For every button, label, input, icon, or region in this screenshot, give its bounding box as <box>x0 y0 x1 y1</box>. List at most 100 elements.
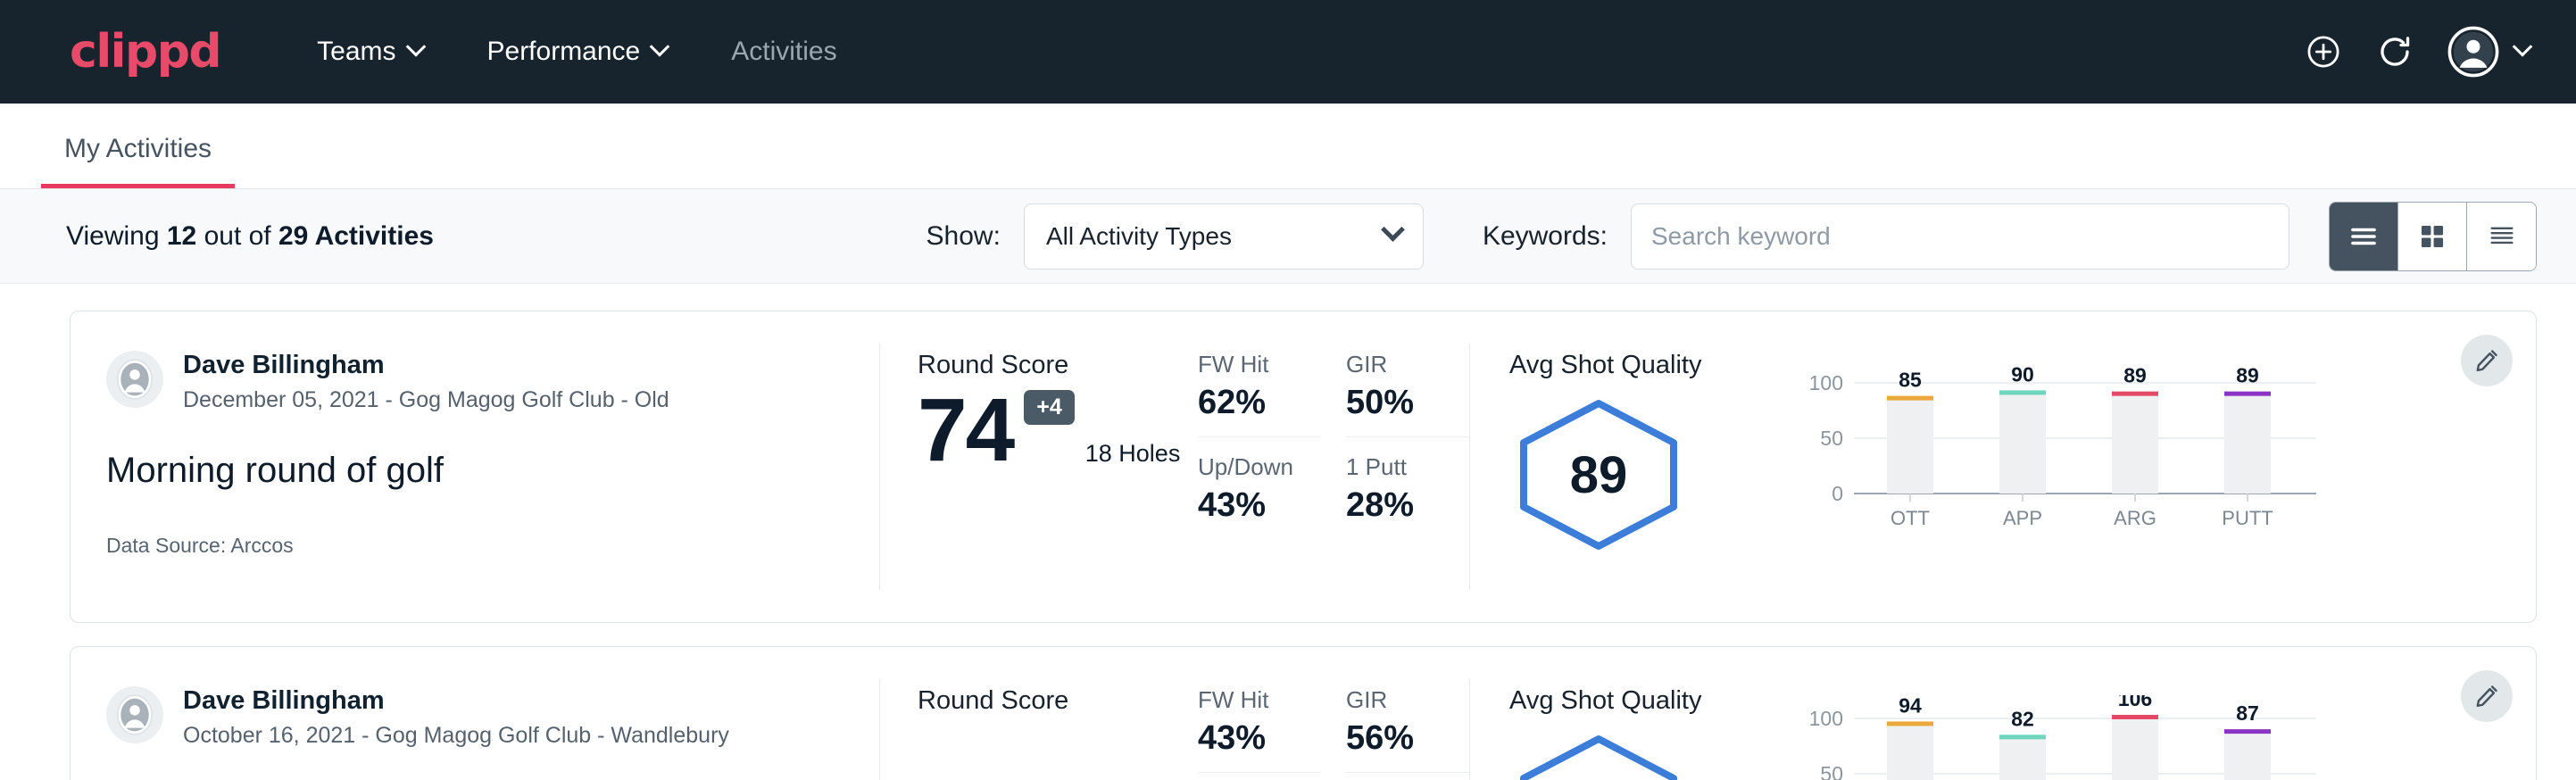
bar-label-putt: PUTT <box>2222 507 2273 529</box>
stat-value: 43% <box>1198 719 1321 758</box>
viewing-count: 12 <box>167 221 196 251</box>
avg-shot-quality-value: 89 <box>1509 396 1688 553</box>
bar-cap-putt <box>2224 729 2271 734</box>
view-mode-toggle-group <box>2329 202 2537 271</box>
nav-label-activities: Activities <box>731 37 836 67</box>
stat-label: GIR <box>1346 686 1469 714</box>
filter-bar: Viewing 12 out of 29 Activities Show: Al… <box>0 189 2576 284</box>
stat-1-putt: 1 Putt 28% <box>1346 453 1469 539</box>
bar-cap-putt <box>2224 392 2271 396</box>
edit-activity-button[interactable] <box>2461 335 2513 386</box>
viewing-count-text: Viewing 12 out of 29 Activities <box>66 221 434 252</box>
avg-shot-quality-label: Avg Shot Quality <box>1509 351 1786 380</box>
nav-item-activities[interactable]: Activities <box>699 37 868 67</box>
keywords-label: Keywords: <box>1483 221 1608 252</box>
y-tick-50: 50 <box>1820 427 1843 450</box>
viewing-prefix: Viewing <box>66 221 167 251</box>
add-icon[interactable] <box>2305 33 2342 71</box>
stat-value: 62% <box>1198 384 1321 422</box>
nav-item-performance[interactable]: Performance <box>455 37 700 67</box>
shot-quality-section: Avg Shot Quality 0 50 100 94 <box>1470 647 2536 780</box>
y-tick-100: 100 <box>1809 707 1843 730</box>
edit-activity-button[interactable] <box>2461 670 2513 722</box>
activity-title: Morning round of golf <box>106 451 879 491</box>
search-input[interactable] <box>1631 203 2289 270</box>
activity-type-value: All Activity Types <box>1046 222 1384 251</box>
avg-shot-quality-value <box>1509 732 1688 780</box>
activity-type-select[interactable]: All Activity Types <box>1024 203 1424 270</box>
player-name: Dave Billingham <box>183 686 729 716</box>
bar-label-ott: OTT <box>1890 507 1930 529</box>
bar-putt <box>2224 733 2271 780</box>
bar-value-ott: 85 <box>1899 369 1922 392</box>
compact-view-toggle[interactable] <box>2467 203 2536 270</box>
list-view-toggle[interactable] <box>2330 203 2398 270</box>
round-score-section: Round Score <box>880 647 1192 780</box>
y-tick-100: 100 <box>1809 371 1843 394</box>
bar-cap-ott <box>1887 396 1933 401</box>
avatar <box>106 686 163 743</box>
stat-label: GIR <box>1346 351 1469 378</box>
shot-quality-section: Avg Shot Quality 89 0 50 100 85 <box>1470 311 2536 622</box>
bar-cap-arg <box>2112 715 2158 719</box>
bar-value-putt: 89 <box>2236 364 2259 387</box>
holes-played: 18 Holes <box>1085 440 1181 468</box>
bar-value-arg: 89 <box>2123 364 2147 387</box>
bar-value-app: 82 <box>2011 707 2034 730</box>
viewing-suffix: Activities <box>308 221 434 251</box>
chevron-down-icon <box>1381 218 1405 242</box>
account-avatar[interactable] <box>2447 26 2530 78</box>
activity-identity: Dave Billingham December 05, 2021 - Gog … <box>71 311 879 622</box>
pencil-icon <box>2473 683 2500 709</box>
activity-card-list: Dave Billingham December 05, 2021 - Gog … <box>0 284 2576 780</box>
bar-arg <box>2112 718 2158 780</box>
nav-item-teams[interactable]: Teams <box>285 37 454 67</box>
stat-value: 56% <box>1346 719 1469 758</box>
bar-value-ott: 94 <box>1899 695 1922 717</box>
stat-gir: GIR 56% <box>1346 686 1469 773</box>
stat-up-down: Up/Down 43% <box>1198 453 1321 539</box>
bar-value-app: 90 <box>2011 362 2034 386</box>
stat-label: FW Hit <box>1198 351 1321 378</box>
score-differential-badge: +4 <box>1024 390 1075 425</box>
activity-meta: October 16, 2021 - Gog Magog Golf Club -… <box>183 723 729 749</box>
round-score-label: Round Score <box>918 351 1192 380</box>
bar-cap-app <box>1999 390 2046 394</box>
show-label: Show: <box>927 221 1001 252</box>
stat-value: 50% <box>1346 384 1469 422</box>
refresh-icon[interactable] <box>2376 33 2414 71</box>
activity-card[interactable]: Dave Billingham December 05, 2021 - Gog … <box>70 311 2537 623</box>
stat-value: 43% <box>1198 486 1321 525</box>
bar-value-putt: 87 <box>2236 701 2259 725</box>
round-stats-section: FW Hit 62% GIR 50% Up/Down 43% 1 Putt 28… <box>1192 311 1469 622</box>
stat-gir: GIR 50% <box>1346 351 1469 437</box>
bar-app <box>1999 738 2046 780</box>
viewing-total: 29 <box>278 221 308 251</box>
stat-label: Up/Down <box>1198 453 1321 481</box>
round-score-label: Round Score <box>918 686 1192 716</box>
shot-quality-chart: 0 50 100 94 OTT 82 APP 106 <box>1786 695 2322 780</box>
grid-view-toggle[interactable] <box>2398 203 2467 270</box>
data-source: Data Source: Arccos <box>106 534 879 558</box>
shot-quality-hexagon: 89 <box>1509 396 1688 553</box>
bar-label-arg: ARG <box>2114 507 2156 529</box>
tab-my-activities[interactable]: My Activities <box>41 134 235 188</box>
bar-ott <box>1887 725 1933 780</box>
bar-label-app: APP <box>2003 507 2042 529</box>
app-header: clippd Teams Performance Activities <box>0 0 2576 104</box>
chevron-down-icon <box>405 37 426 57</box>
avg-shot-quality-label: Avg Shot Quality <box>1509 686 1786 716</box>
stat-value: 28% <box>1346 486 1469 525</box>
chevron-down-icon <box>650 37 670 57</box>
bar-app <box>1999 394 2046 494</box>
activity-card[interactable]: Dave Billingham October 16, 2021 - Gog M… <box>70 646 2537 780</box>
viewing-mid: out of <box>196 221 278 251</box>
stat-fw-hit: FW Hit 62% <box>1198 351 1321 437</box>
tab-bar: My Activities <box>0 104 2576 189</box>
stat-label: FW Hit <box>1198 686 1321 714</box>
nav-label-teams: Teams <box>317 37 395 67</box>
avatar <box>106 351 163 408</box>
round-score-section: Round Score 74 +4 18 Holes <box>880 311 1192 622</box>
brand-logo[interactable]: clippd <box>70 25 220 79</box>
activity-identity: Dave Billingham October 16, 2021 - Gog M… <box>71 647 879 780</box>
